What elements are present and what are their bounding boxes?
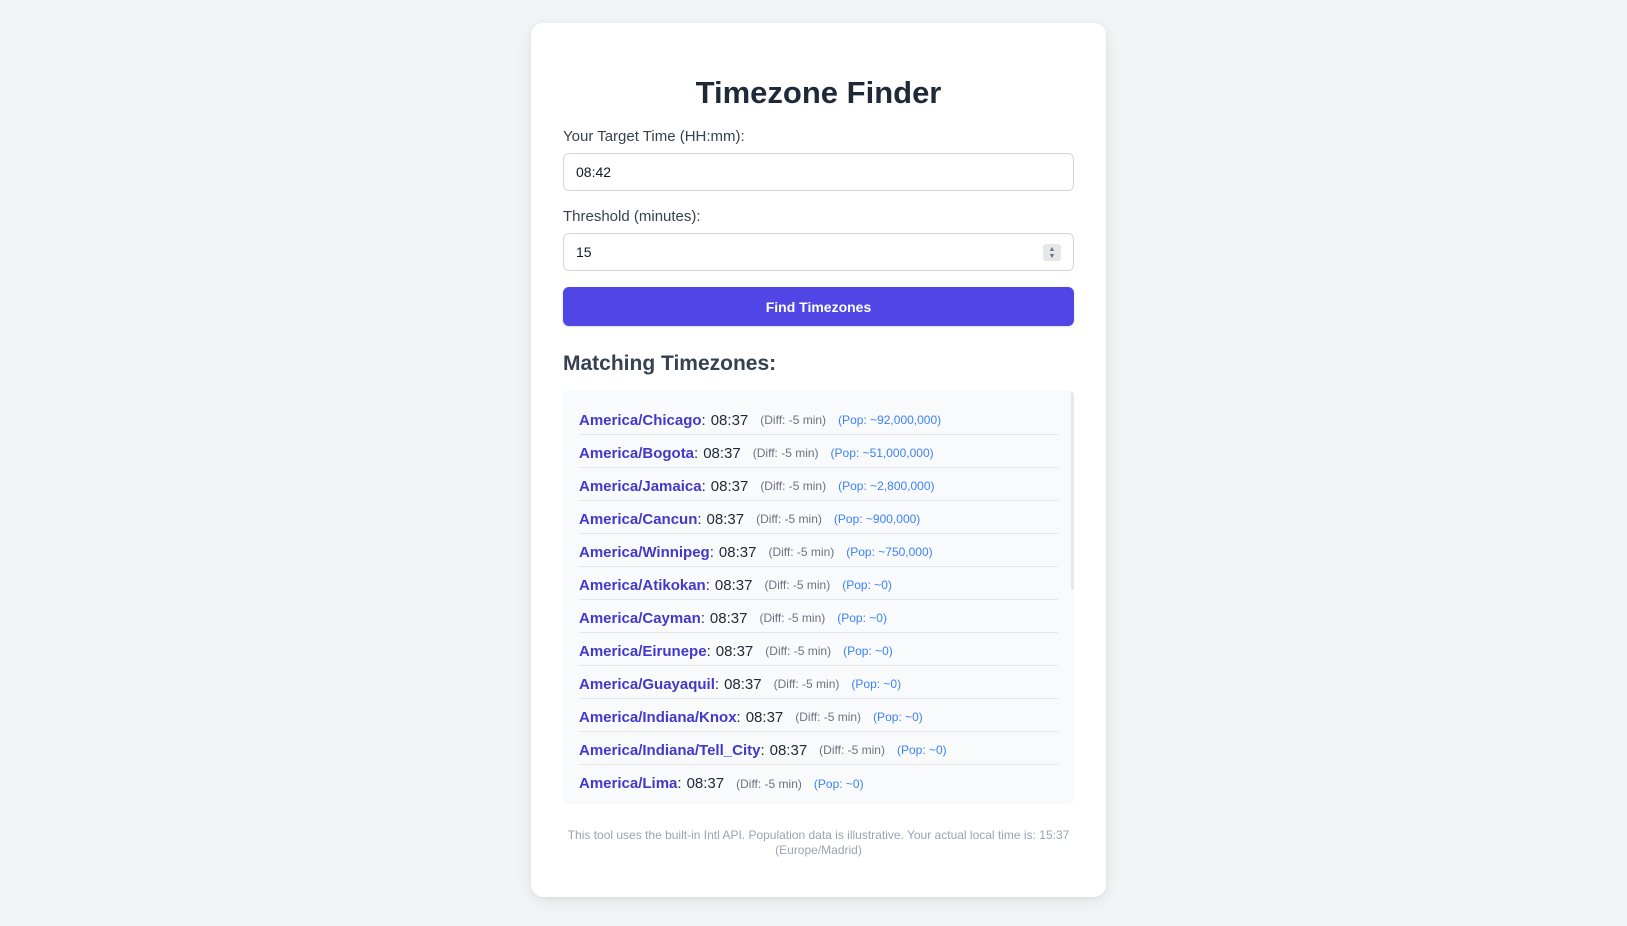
timezone-name: America/Cayman [579,609,701,627]
footer-note: This tool uses the built-in Intl API. Po… [567,828,1070,857]
chevron-up-icon[interactable]: ▲ [1049,246,1056,253]
timezone-time: 08:37 [745,708,784,726]
population: (Pop: ~0) [851,677,902,691]
target-time-label: Your Target Time (HH:mm): [563,128,745,145]
chevron-down-icon[interactable]: ▼ [1049,253,1056,260]
target-time-input[interactable]: 08:42 [563,153,1074,191]
separator: : [714,675,720,693]
timezone-name: America/Eirunepe [579,642,707,660]
results-list[interactable]: America/Chicago:08:37 (Diff: -5 min) (Pop:… [563,390,1074,804]
timezone-name: America/Indiana/Knox [579,708,737,726]
population: (Pop: ~0) [843,644,893,658]
timezone-finder-card: Timezone Finder Your Target Time (HH:mm)… [531,23,1106,897]
separator: : [709,543,714,561]
population: (Pop: ~92,000,000) [838,413,942,427]
population: (Pop: ~0) [842,578,892,592]
find-timezones-button[interactable]: Find Timezones [563,287,1074,326]
time-diff: (Diff: -5 min) [768,545,835,559]
page-title: Timezone Finder [695,75,942,110]
time-diff: (Diff: -5 min) [756,512,822,526]
separator: : [700,609,705,627]
timezone-time: 08:37 [703,444,741,462]
time-diff: (Diff: -5 min) [795,710,862,724]
timezone-name: America/Bogota [579,444,695,462]
list-item: America/Winnipeg:08:37 (Diff: -5 min) (Pop… [579,534,1058,567]
spinner-arrows-icon[interactable]: ▲ ▼ [1043,244,1061,261]
time-diff: (Diff: -5 min) [765,644,832,658]
timezone-time: 08:37 [769,741,808,759]
separator: : [736,708,741,726]
threshold-value: 15 [576,244,592,260]
population: (Pop: ~51,000,000) [830,446,934,460]
list-item: America/Chicago:08:37 (Diff: -5 min) (Pop:… [579,402,1058,435]
population: (Pop: ~0) [896,743,947,757]
list-item: America/Guayaquil:08:37 (Diff: -5 min) (Po… [579,666,1058,699]
timezone-name: America/Guayaquil [579,675,715,693]
timezone-time: 08:37 [709,609,748,627]
results-heading: Matching Timezones: [563,352,777,375]
time-diff: (Diff: -5 min) [736,776,802,791]
timezone-time: 08:37 [710,411,749,429]
time-diff: (Diff: -5 min) [819,743,885,757]
list-item: America/Cancun:08:37 (Diff: -5 min) (Pop: … [579,501,1058,534]
list-item: America/Bogota:08:37 (Diff: -5 min) (Pop: … [579,435,1058,468]
separator: : [701,477,706,495]
timezone-time: 08:37 [714,576,753,594]
population: (Pop: ~0) [873,710,923,724]
timezone-time: 08:37 [686,775,725,792]
timezone-time: 08:37 [706,510,745,528]
separator: : [697,510,702,528]
population: (Pop: ~0) [813,776,864,791]
time-diff: (Diff: -5 min) [773,677,840,691]
timezone-name: America/Indiana/Tell_City [579,741,761,759]
time-diff: (Diff: -5 min) [764,578,831,592]
time-diff: (Diff: -5 min) [760,413,827,427]
list-item: America/Cayman:08:37 (Diff: -5 min) (Pop: … [579,600,1058,633]
list-item: America/Atikokan:08:37 (Diff: -5 min) (Pop… [579,567,1058,600]
timezone-time: 08:37 [718,543,757,561]
separator: : [705,576,710,594]
timezone-time: 08:37 [724,675,762,693]
target-time-value: 08:42 [576,164,612,180]
population: (Pop: ~900,000) [833,512,921,526]
time-diff: (Diff: -5 min) [759,611,826,625]
separator: : [701,411,706,429]
timezone-time: 08:37 [710,477,749,495]
list-item: America/Eirunepe:08:37 (Diff: -5 min) (Pop… [579,633,1058,666]
list-item: America/Indiana/Tell_City:08:37 (Diff: -5… [579,732,1058,765]
timezone-name: America/Jamaica [579,477,702,495]
timezone-name: America/Chicago [579,411,702,429]
results-scrollbar[interactable] [1071,390,1074,590]
list-item: America/Lima:08:37 (Diff: -5 min) (Pop: ~0… [579,765,1058,798]
list-item: America/Indiana/Knox:08:37 (Diff: -5 min)… [579,699,1058,732]
threshold-label: Threshold (minutes): [563,208,701,225]
time-diff: (Diff: -5 min) [752,446,819,460]
separator: : [760,741,765,759]
timezone-name: America/Atikokan [579,576,706,594]
time-diff: (Diff: -5 min) [760,479,827,493]
timezone-name: America/Cancun [579,510,698,528]
timezone-name: America/Lima [579,775,678,792]
threshold-input[interactable]: 15 ▲ ▼ [563,233,1074,271]
timezone-time: 08:37 [715,642,754,660]
list-item: America/Jamaica:08:37 (Diff: -5 min) (Pop:… [579,468,1058,501]
population: (Pop: ~2,800,000) [838,479,935,493]
population: (Pop: ~0) [837,611,887,625]
timezone-name: America/Winnipeg [579,543,710,561]
separator: : [706,642,711,660]
separator: : [677,775,682,792]
separator: : [694,444,699,462]
population: (Pop: ~750,000) [846,545,933,559]
